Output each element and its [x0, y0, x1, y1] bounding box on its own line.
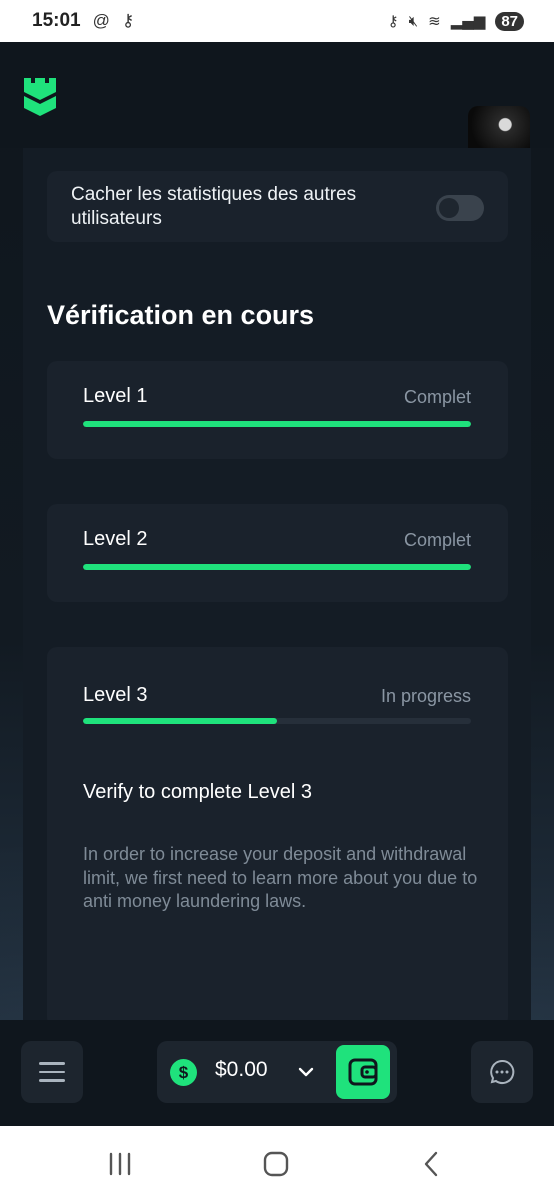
level-status: Complet	[403, 530, 471, 550]
vpn-key-icon: ⚷	[387, 12, 399, 30]
status-bar-right: ⚷ 🔇︎ ≋ ▂▄▆ 87	[387, 11, 524, 31]
level-progress-bar	[83, 564, 471, 570]
chat-button[interactable]	[471, 1041, 533, 1103]
settings-panel: Cacher les statistiques des autres utili…	[23, 148, 531, 1027]
level-progress-fill	[83, 718, 277, 724]
home-button[interactable]	[261, 1150, 291, 1178]
battery-indicator: 87	[495, 11, 524, 31]
status-bar: 15:01 @ ⚷ ⚷ 🔇︎ ≋ ▂▄▆ 87	[0, 0, 554, 42]
balance-selector[interactable]: $ $0.00	[157, 1041, 397, 1103]
system-nav-bar	[0, 1126, 554, 1200]
wallet-icon	[348, 1058, 378, 1086]
key-icon: ⚷	[121, 11, 135, 30]
at-sign-icon: @	[92, 11, 110, 30]
back-button[interactable]	[416, 1150, 446, 1178]
verify-cta-title: Verify to complete Level 3	[83, 781, 313, 803]
hide-stats-label: Cacher les statistiques des autres utili…	[71, 184, 357, 229]
castle-logo-icon[interactable]	[22, 76, 58, 116]
verification-title: Vérification en cours	[47, 300, 315, 330]
dollar-coin-icon: $	[170, 1059, 197, 1086]
recent-apps-button[interactable]	[105, 1150, 135, 1178]
recent-apps-icon	[109, 1152, 131, 1176]
home-icon	[263, 1151, 289, 1177]
status-time: 15:01	[32, 10, 81, 31]
wallet-button[interactable]	[336, 1045, 390, 1099]
level-2-card: Level 2 Complet	[47, 504, 508, 602]
signal-icon: ▂▄▆	[450, 12, 486, 30]
hide-stats-setting: Cacher les statistiques des autres utili…	[47, 171, 508, 242]
mute-icon: 🔇︎	[408, 12, 419, 30]
level-progress-bar	[83, 421, 471, 427]
status-bar-left: 15:01 @ ⚷	[32, 10, 134, 32]
level-1-card: Level 1 Complet	[47, 361, 508, 459]
menu-button[interactable]	[21, 1041, 83, 1103]
level-status: Complet	[403, 387, 471, 407]
back-icon	[424, 1151, 438, 1177]
hide-stats-toggle[interactable]	[436, 195, 484, 221]
level-progress-fill	[83, 564, 471, 570]
hamburger-menu-icon	[39, 1062, 65, 1065]
app-header	[0, 42, 554, 168]
level-progress-fill	[83, 421, 471, 427]
level-3-card: Level 3 In progress Verify to complete L…	[47, 647, 508, 1027]
level-name: Level 3	[83, 684, 148, 706]
wifi-icon: ≋	[428, 12, 441, 30]
chevron-down-icon[interactable]	[297, 1063, 315, 1081]
level-name: Level 1	[83, 385, 148, 407]
bottom-app-bar: $ $0.00	[0, 1020, 554, 1126]
level-name: Level 2	[83, 528, 148, 550]
level-progress-bar	[83, 718, 471, 724]
toggle-knob	[439, 198, 459, 218]
balance-amount: $0.00	[215, 1058, 268, 1081]
level-status: In progress	[380, 686, 471, 706]
chat-bubble-icon	[490, 1059, 515, 1084]
verify-cta-description: In order to increase your deposit and wi…	[83, 844, 478, 911]
